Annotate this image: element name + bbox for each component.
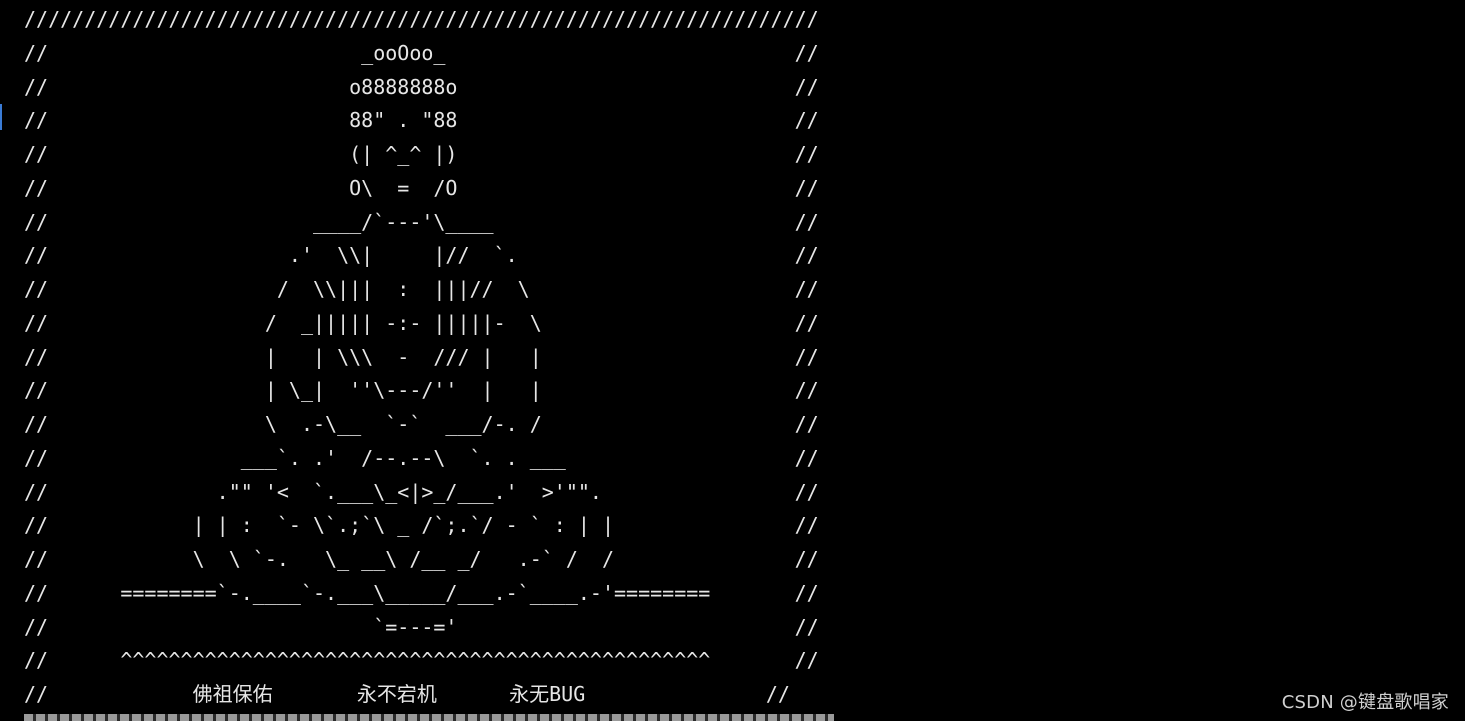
ascii-line: // \ \ `-. \_ __\ /__ _/ .-` / / // xyxy=(24,547,819,571)
ascii-line: // .' \\| |// `. // xyxy=(24,243,819,268)
ascii-line: // / _||||| -:- |||||- \ // xyxy=(24,310,819,335)
ascii-line: // o8888888o // xyxy=(24,74,819,99)
ascii-line: // _ooOoo_ // xyxy=(24,40,819,65)
ascii-line: // 88" . "88 // xyxy=(24,108,819,133)
ascii-line: // ========`-.____`-.___\_____/___.-`___… xyxy=(24,580,819,605)
ascii-line: // ."" '< `.___\_<|>_/___.' >'"". // xyxy=(24,479,819,504)
ascii-line: // \ .-\__ `-` ___/-. / // xyxy=(24,412,819,436)
ascii-line: ////////////////////////////////////////… xyxy=(24,7,819,31)
terminal-window: ////////////////////////////////////////… xyxy=(0,0,1465,721)
ascii-line: // `=---=' // xyxy=(24,614,819,639)
ascii-line: // 佛祖保佑 永不宕机 永无BUG // xyxy=(24,682,790,706)
ascii-art-block: ////////////////////////////////////////… xyxy=(24,3,819,712)
ascii-line: // ^^^^^^^^^^^^^^^^^^^^^^^^^^^^^^^^^^^^^… xyxy=(24,648,819,673)
ascii-line: // | \_| ''\---/'' | | // xyxy=(24,378,819,403)
gutter-marker xyxy=(0,104,5,130)
ascii-line: // / \\||| : |||// \ // xyxy=(24,277,819,301)
ascii-line: // | | \\\ - /// | | // xyxy=(24,344,819,369)
ascii-line: // ___`. .' /--.--\ `. . ___ // xyxy=(24,445,819,470)
bottom-border-line xyxy=(24,714,834,721)
ascii-line: // | | : `- \`.;`\ _ /`;.`/ - ` : | | // xyxy=(24,513,819,538)
ascii-line: // (| ^_^ |) // xyxy=(24,142,819,166)
ascii-line: // ____/`---'\____ // xyxy=(24,209,819,234)
watermark: CSDN @键盘歌唱家 xyxy=(1281,692,1449,713)
ascii-line: // O\ = /O // xyxy=(24,175,819,200)
